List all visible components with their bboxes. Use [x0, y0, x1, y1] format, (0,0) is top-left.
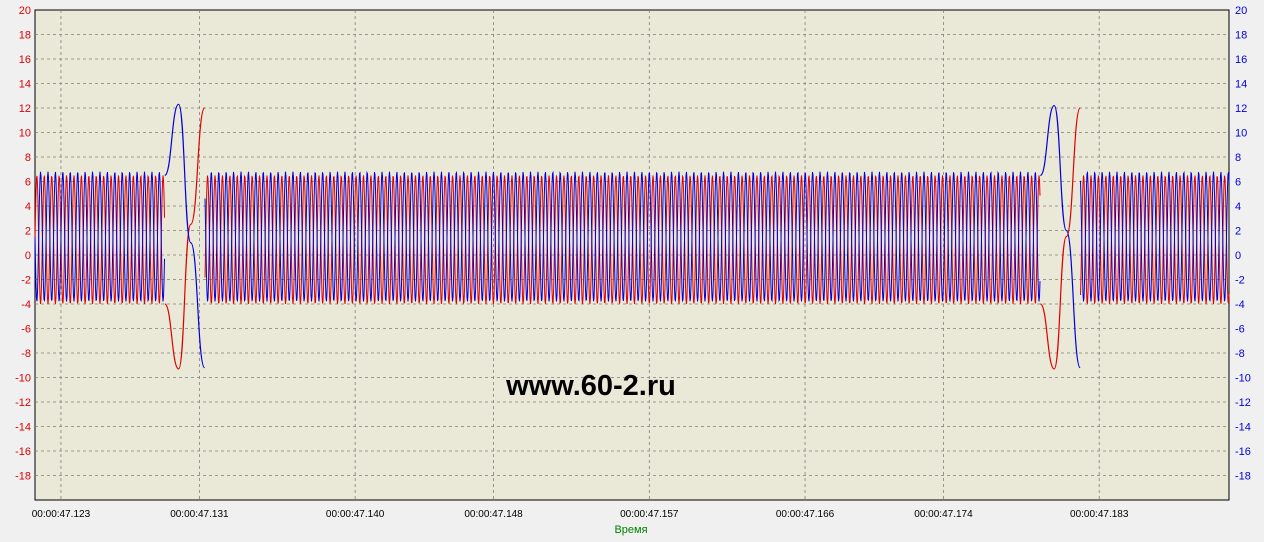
y-tick-right: 6 — [1235, 177, 1241, 189]
oscillogram-chart: 20 18 16 14 12 10 8 6 4 2 0 -2 -4 -6 -8 -10 -12 -14 -16 -18… — [0, 0, 1264, 537]
y-tick-left: 14 — [19, 79, 31, 91]
y-tick-right: -12 — [1235, 397, 1251, 409]
y-tick-left: 0 — [25, 250, 31, 262]
x-tick-label: 00:00:47.157 — [620, 509, 679, 520]
y-tick-right: 4 — [1235, 201, 1241, 213]
y-tick-left: 6 — [25, 177, 31, 189]
x-tick-label: 00:00:47.183 — [1070, 509, 1129, 520]
y-tick-left: -16 — [15, 446, 31, 458]
x-tick-label: 00:00:47.123 — [32, 509, 91, 520]
x-tick-label: 00:00:47.131 — [170, 509, 229, 520]
y-tick-right: -8 — [1235, 348, 1245, 360]
y-tick-left: 10 — [19, 128, 31, 140]
x-tick-label: 00:00:47.174 — [914, 509, 973, 520]
y-tick-right: -6 — [1235, 324, 1245, 336]
y-tick-right: -16 — [1235, 446, 1251, 458]
y-tick-left: -18 — [15, 471, 31, 483]
y-tick-right: 8 — [1235, 152, 1241, 164]
y-tick-left: -12 — [15, 397, 31, 409]
y-tick-left: 20 — [19, 5, 31, 17]
y-tick-right: -18 — [1235, 471, 1251, 483]
x-axis-label: Время — [614, 524, 647, 536]
y-tick-right: 10 — [1235, 128, 1247, 140]
y-axis-right: 20181614121086420-2-4-6-8-10-12-14-16-18 — [1235, 5, 1251, 483]
y-tick-right: 20 — [1235, 5, 1247, 17]
y-tick-left: 12 — [19, 103, 31, 115]
y-tick-right: 16 — [1235, 54, 1247, 66]
x-tick-label: 00:00:47.166 — [776, 509, 835, 520]
y-tick-left: -4 — [21, 299, 31, 311]
y-tick-right: 0 — [1235, 250, 1241, 262]
y-tick-right: -2 — [1235, 275, 1245, 287]
y-tick-left: 2 — [25, 226, 31, 238]
chart-svg: 20181614121086420-2-4-6-8-10-12-14-16-18… — [15, 5, 1251, 536]
y-tick-left: 8 — [25, 152, 31, 164]
y-tick-left: 16 — [19, 54, 31, 66]
x-axis: 00:00:47.123 00:00:47.131 00:00:47.140 00:0… — [32, 509, 1129, 520]
y-tick-left: -8 — [21, 348, 31, 360]
y-tick-right: 2 — [1235, 226, 1241, 238]
y-tick-left: -14 — [15, 422, 31, 434]
y-tick-right: 14 — [1235, 79, 1247, 91]
y-axis-left: 20181614121086420-2-4-6-8-10-12-14-16-18 — [15, 5, 31, 483]
y-tick-right: 18 — [1235, 30, 1247, 42]
y-tick-left: 18 — [19, 30, 31, 42]
y-tick-left: -10 — [15, 373, 31, 385]
x-tick-label: 00:00:47.148 — [464, 509, 523, 520]
x-tick-label: 00:00:47.140 — [326, 509, 385, 520]
y-tick-right: -4 — [1235, 299, 1245, 311]
watermark-text: www.60-2.ru — [505, 370, 676, 402]
y-tick-left: -6 — [21, 324, 31, 336]
y-tick-left: 4 — [25, 201, 31, 213]
y-tick-right: -10 — [1235, 373, 1251, 385]
y-tick-right: -14 — [1235, 422, 1251, 434]
y-tick-right: 12 — [1235, 103, 1247, 115]
y-tick-left: -2 — [21, 275, 31, 287]
